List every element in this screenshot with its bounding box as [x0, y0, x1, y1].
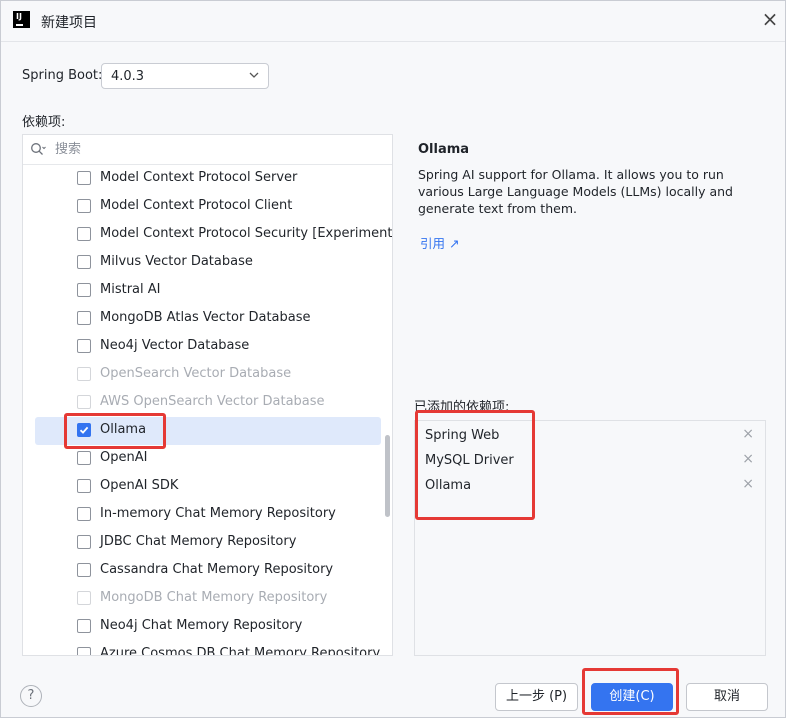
spring-boot-version-select[interactable]: 4.0.3 — [101, 63, 269, 89]
added-dependency-item: MySQL Driver × — [425, 451, 760, 473]
dependency-item[interactable]: AWS OpenSearch Vector Database — [35, 389, 381, 417]
dependency-label: In-memory Chat Memory Repository — [100, 506, 336, 521]
dependency-label: Azure Cosmos DB Chat Memory Repository — [100, 646, 381, 656]
dependency-item[interactable]: Model Context Protocol Server — [35, 165, 381, 193]
create-button[interactable]: 创建(C) — [591, 683, 673, 711]
dependency-label: Model Context Protocol Client — [100, 198, 293, 213]
remove-icon[interactable]: × — [742, 426, 754, 442]
dependency-checkbox[interactable] — [77, 479, 91, 493]
dependency-item[interactable]: Cassandra Chat Memory Repository — [35, 557, 381, 585]
dependency-checkbox-checked[interactable] — [77, 423, 91, 437]
dependency-checkbox[interactable] — [77, 227, 91, 241]
dependency-label: Model Context Protocol Security [Experim… — [100, 226, 393, 241]
dependency-label: OpenAI — [100, 450, 148, 465]
dependency-checkbox — [77, 395, 91, 409]
search-input[interactable] — [55, 140, 375, 158]
added-dependencies-panel: Spring Web × MySQL Driver × Ollama × — [414, 420, 766, 656]
dependency-checkbox — [77, 591, 91, 605]
added-dependency-name: MySQL Driver — [425, 453, 514, 468]
dependency-detail-description: Spring AI support for Ollama. It allows … — [418, 167, 733, 216]
dependency-item[interactable]: MongoDB Chat Memory Repository — [35, 585, 381, 613]
dependencies-list-panel: Model Context Protocol Server Model Cont… — [22, 134, 393, 656]
dependencies-label: 依赖项: — [22, 115, 66, 130]
dependency-item[interactable]: Neo4j Chat Memory Repository — [35, 613, 381, 641]
remove-icon[interactable]: × — [742, 476, 754, 492]
dependency-label: OpenAI SDK — [100, 478, 179, 493]
dependency-checkbox[interactable] — [77, 535, 91, 549]
spring-boot-label: Spring Boot: — [22, 68, 103, 83]
added-dependency-name: Ollama — [425, 478, 472, 493]
dependency-checkbox[interactable] — [77, 507, 91, 521]
reference-link[interactable]: 引用 ↗ — [420, 233, 459, 252]
chevron-down-icon — [249, 72, 259, 78]
dependency-item[interactable]: OpenSearch Vector Database — [35, 361, 381, 389]
dependency-label: Milvus Vector Database — [100, 254, 253, 269]
dependency-checkbox[interactable] — [77, 451, 91, 465]
dependency-label: Model Context Protocol Server — [100, 170, 298, 185]
help-icon[interactable]: ? — [20, 685, 42, 707]
spring-boot-version-value: 4.0.3 — [111, 69, 145, 84]
dependency-item[interactable]: Neo4j Vector Database — [35, 333, 381, 361]
dependency-label: Cassandra Chat Memory Repository — [100, 562, 334, 577]
dependency-item[interactable]: In-memory Chat Memory Repository — [35, 501, 381, 529]
dependency-item[interactable]: Model Context Protocol Security [Experim… — [35, 221, 392, 249]
dependency-label: Neo4j Chat Memory Repository — [100, 618, 303, 633]
dependency-checkbox[interactable] — [77, 311, 91, 325]
dependency-checkbox[interactable] — [77, 199, 91, 213]
intellij-app-icon: IJ — [13, 11, 30, 28]
dependency-checkbox[interactable] — [77, 339, 91, 353]
remove-icon[interactable]: × — [742, 451, 754, 467]
dependency-label: MongoDB Atlas Vector Database — [100, 310, 311, 325]
search-bar — [23, 135, 392, 165]
cancel-button[interactable]: 取消 — [686, 683, 768, 711]
dependency-checkbox[interactable] — [77, 563, 91, 577]
dependency-item[interactable]: Model Context Protocol Client — [35, 193, 381, 221]
dependency-checkbox[interactable] — [77, 255, 91, 269]
dependency-label: JDBC Chat Memory Repository — [100, 534, 297, 549]
dependency-item[interactable]: OpenAI SDK — [35, 473, 381, 501]
dependency-checkbox — [77, 367, 91, 381]
list-scrollbar[interactable] — [385, 435, 390, 517]
dependency-label: AWS OpenSearch Vector Database — [100, 394, 325, 409]
search-icon[interactable] — [30, 142, 46, 156]
dependency-checkbox[interactable] — [77, 647, 91, 655]
close-icon[interactable]: × — [759, 8, 781, 30]
dialog-title: 新建项目 — [41, 15, 97, 31]
dependency-label: MongoDB Chat Memory Repository — [100, 590, 328, 605]
dependency-item[interactable]: OpenAI — [35, 445, 381, 473]
dependency-label: Neo4j Vector Database — [100, 338, 250, 353]
dependency-item[interactable]: Mistral AI — [35, 277, 381, 305]
dependency-item[interactable]: Milvus Vector Database — [35, 249, 381, 277]
added-dependency-item: Spring Web × — [425, 426, 760, 448]
dependency-item-ollama[interactable]: Ollama — [35, 417, 381, 445]
checkmark-icon — [79, 426, 89, 434]
title-bar: IJ 新建项目 × — [1, 1, 785, 42]
dependency-checkbox[interactable] — [77, 283, 91, 297]
added-dependencies-label: 已添加的依赖项: — [414, 400, 510, 415]
previous-button[interactable]: 上一步 (P) — [495, 683, 578, 711]
dependency-item[interactable]: Azure Cosmos DB Chat Memory Repository — [35, 641, 381, 656]
dependency-label: Mistral AI — [100, 282, 161, 297]
dependency-item[interactable]: MongoDB Atlas Vector Database — [35, 305, 381, 333]
dependency-checkbox[interactable] — [77, 619, 91, 633]
dependency-checkbox[interactable] — [77, 171, 91, 185]
added-dependency-name: Spring Web — [425, 428, 500, 443]
dependency-label: Ollama — [100, 422, 147, 437]
dependency-item[interactable]: JDBC Chat Memory Repository — [35, 529, 381, 557]
dependency-detail-title: Ollama — [418, 142, 470, 157]
added-dependency-item: Ollama × — [425, 476, 760, 498]
dependency-label: OpenSearch Vector Database — [100, 366, 292, 381]
new-project-dialog: IJ 新建项目 × Spring Boot: 4.0.3 依赖项: Model … — [0, 0, 786, 718]
